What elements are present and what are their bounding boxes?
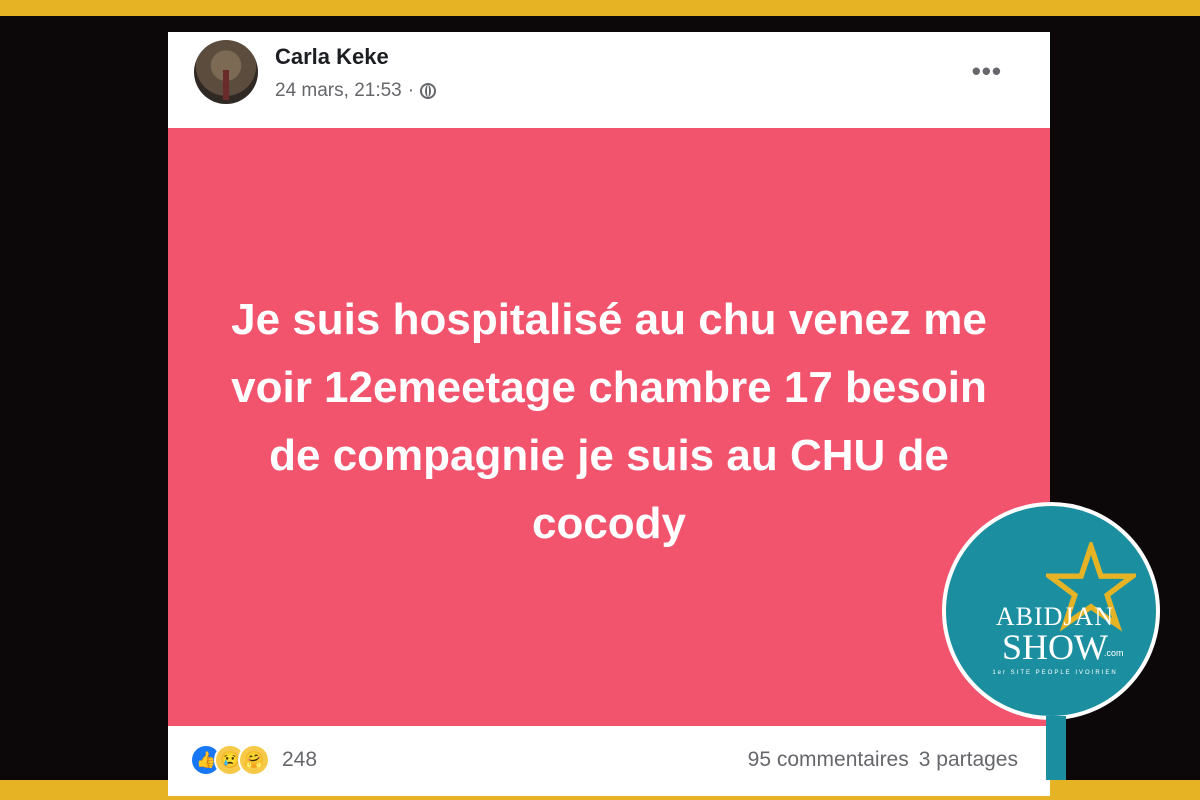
comments-count[interactable]: 95 commentaires — [748, 748, 909, 772]
post-header: Carla Keke 24 mars, 21:53 · ••• — [168, 32, 1050, 128]
reaction-count: 248 — [282, 748, 318, 771]
care-icon: 🤗 — [238, 744, 270, 776]
status-text: Je suis hospitalisé au chu venez me voir… — [231, 295, 987, 548]
more-options-icon[interactable]: ••• — [972, 56, 1002, 87]
author-name[interactable]: Carla Keke — [275, 44, 389, 70]
author-avatar[interactable] — [194, 40, 258, 104]
post-date[interactable]: 24 mars, 21:53 — [275, 80, 402, 102]
engagement-stats: 95 commentaires 3 partages — [748, 748, 1018, 772]
shares-count[interactable]: 3 partages — [919, 748, 1018, 772]
logo-pole — [1046, 716, 1066, 780]
abidjan-show-logo: ABIDJAN SHOW .com 1er SITE PEOPLE IVOIRI… — [942, 502, 1160, 720]
meta-separator: · — [407, 80, 415, 101]
status-card: Je suis hospitalisé au chu venez me voir… — [168, 128, 1050, 726]
reactions-summary[interactable]: 👍 😢 🤗 248 — [190, 744, 317, 776]
facebook-post: Carla Keke 24 mars, 21:53 · ••• Je suis … — [168, 32, 1050, 796]
post-footer: 👍 😢 🤗 248 95 commentaires 3 partages — [168, 726, 1050, 796]
logo-suffix: .com — [1104, 648, 1124, 658]
logo-line2: SHOW — [1002, 627, 1108, 667]
globe-icon[interactable] — [420, 83, 437, 99]
post-meta: 24 mars, 21:53 · — [275, 80, 437, 102]
logo-tagline: 1er SITE PEOPLE IVOIRIEN — [992, 670, 1118, 676]
